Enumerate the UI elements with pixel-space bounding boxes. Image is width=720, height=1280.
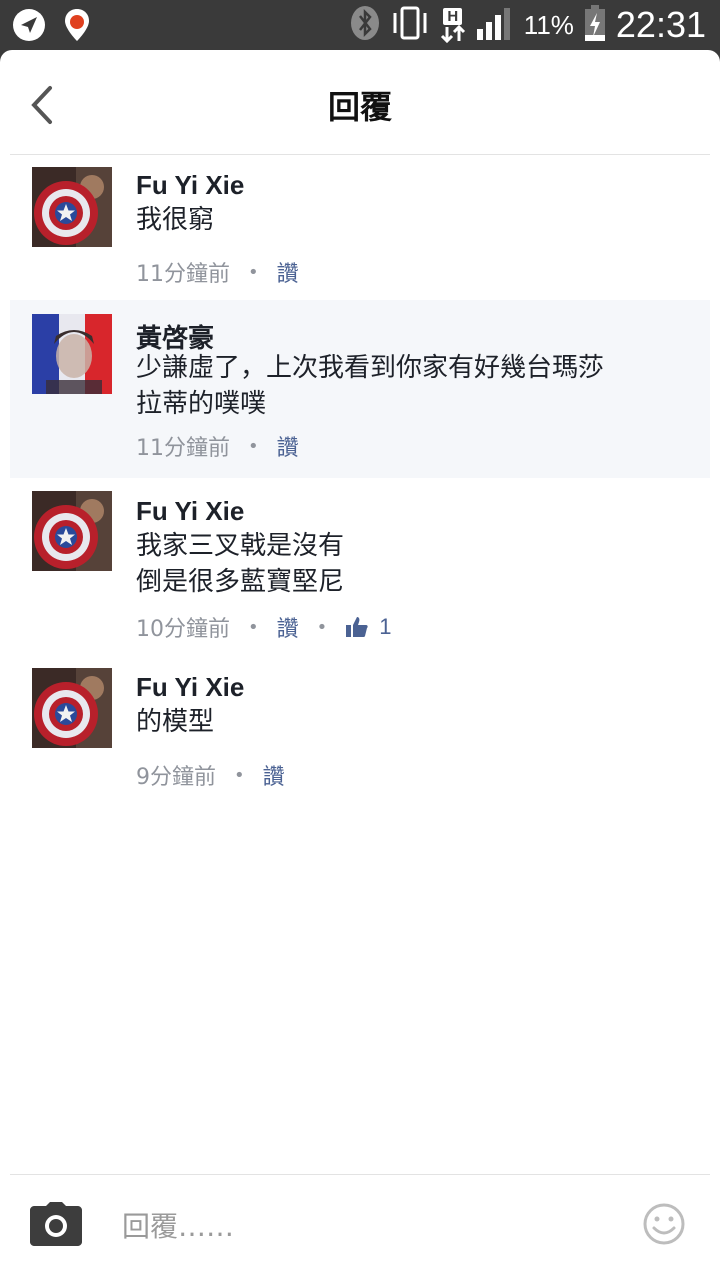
separator-dot: • bbox=[248, 616, 259, 638]
comment-author[interactable]: Fu Yi Xie bbox=[136, 170, 244, 201]
separator-dot: • bbox=[234, 764, 245, 786]
replies-screen: 回覆 Fu Yi Xie 我很窮 11分鐘前 • 讚 黃啓豪 少謙虛了，上次我看… bbox=[0, 50, 720, 1280]
comment: Fu Yi Xie 我家三叉戟是沒有 倒是很多藍寶堅尼 10分鐘前 • 讚 • … bbox=[10, 480, 710, 658]
comment-text: 少謙虛了，上次我看到你家有好幾台瑪莎 拉蒂的噗噗 bbox=[136, 353, 605, 419]
comment-text: 我家三叉戟是沒有 倒是很多藍寶堅尼 bbox=[136, 531, 345, 597]
signal-icon bbox=[476, 5, 514, 45]
camera-button[interactable] bbox=[30, 1202, 82, 1246]
battery-charging-icon bbox=[584, 4, 606, 46]
header: 回覆 bbox=[0, 50, 720, 154]
avatar[interactable] bbox=[32, 314, 112, 394]
like-button[interactable]: 讚 bbox=[277, 256, 299, 288]
comment-time: 11分鐘前 bbox=[136, 262, 230, 287]
comment-time: 10分鐘前 bbox=[136, 617, 230, 642]
comment-meta: 11分鐘前 • 讚 bbox=[136, 430, 299, 462]
h-plus-data-icon: H bbox=[440, 7, 466, 43]
comment: Fu Yi Xie 我很窮 11分鐘前 • 讚 bbox=[10, 154, 710, 299]
status-bar: H 11% 22:31 bbox=[0, 0, 720, 50]
location-pin-icon bbox=[64, 8, 90, 46]
vibrate-icon bbox=[390, 5, 430, 45]
comment: 黃啓豪 少謙虛了，上次我看到你家有好幾台瑪莎 拉蒂的噗噗 11分鐘前 • 讚 bbox=[10, 300, 710, 478]
comment-time: 9分鐘前 bbox=[136, 765, 216, 790]
like-button[interactable]: 讚 bbox=[277, 430, 299, 462]
separator-dot: • bbox=[316, 616, 328, 638]
thumbs-up-icon bbox=[346, 617, 368, 637]
like-button[interactable]: 讚 bbox=[263, 759, 285, 791]
separator-dot: • bbox=[248, 435, 259, 457]
like-count[interactable]: 1 bbox=[345, 614, 392, 640]
navigation-icon bbox=[12, 8, 46, 46]
emoji-button[interactable] bbox=[642, 1202, 686, 1246]
comment-meta: 11分鐘前 • 讚 bbox=[136, 256, 299, 288]
comment-time: 11分鐘前 bbox=[136, 436, 230, 461]
separator-dot: • bbox=[248, 261, 259, 283]
comment-author[interactable]: Fu Yi Xie bbox=[136, 672, 244, 703]
like-count-number: 1 bbox=[379, 614, 392, 639]
reply-input[interactable] bbox=[120, 1200, 604, 1252]
divider bbox=[10, 1174, 710, 1175]
like-button[interactable]: 讚 bbox=[277, 611, 299, 643]
bluetooth-icon bbox=[350, 5, 380, 45]
camera-icon bbox=[30, 1202, 82, 1246]
comment-author[interactable]: Fu Yi Xie bbox=[136, 496, 244, 527]
avatar[interactable] bbox=[32, 668, 112, 748]
smiley-icon bbox=[643, 1203, 685, 1245]
comment: Fu Yi Xie 的模型 9分鐘前 • 讚 bbox=[10, 658, 710, 798]
comment-meta: 10分鐘前 • 讚 • 1 bbox=[136, 611, 392, 643]
page-title: 回覆 bbox=[327, 88, 392, 126]
comment-meta: 9分鐘前 • 讚 bbox=[136, 759, 285, 791]
comment-text: 的模型 bbox=[136, 707, 215, 737]
clock: 22:31 bbox=[615, 4, 706, 45]
avatar[interactable] bbox=[32, 167, 112, 247]
avatar[interactable] bbox=[32, 491, 112, 571]
battery-percent: 11% bbox=[523, 9, 574, 40]
comment-text: 我很窮 bbox=[136, 205, 215, 235]
